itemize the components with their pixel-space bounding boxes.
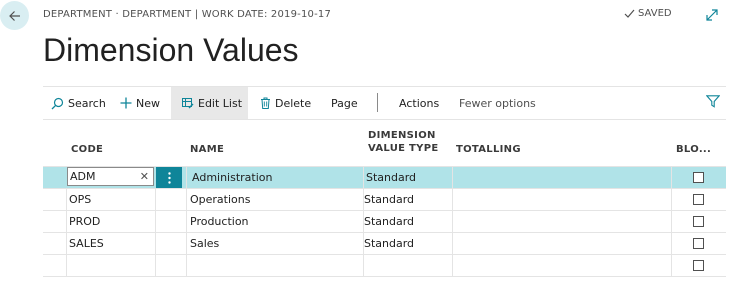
check-icon — [624, 9, 635, 18]
column-header-type[interactable]: DIMENSION VALUE TYPE — [368, 129, 438, 155]
trash-icon — [261, 97, 270, 109]
name-cell[interactable]: Operations — [190, 189, 250, 210]
more-vertical-icon — [167, 171, 171, 184]
new-button[interactable]: New — [120, 87, 160, 119]
save-status: SAVED — [624, 8, 672, 19]
name-cell[interactable]: Sales — [190, 233, 219, 254]
page-label: Page — [331, 96, 358, 110]
name-cell[interactable]: Administration — [192, 167, 273, 188]
close-icon[interactable]: ✕ — [140, 170, 149, 183]
page-menu[interactable]: Page — [331, 87, 358, 119]
column-header-totalling[interactable]: TOTALLING — [456, 143, 521, 156]
row-actions-button[interactable] — [156, 167, 182, 188]
code-input-value: ADM — [70, 170, 96, 183]
type-cell[interactable]: Standard — [366, 167, 416, 188]
edit-list-label: Edit List — [198, 96, 243, 110]
action-bar-divider — [377, 93, 378, 112]
code-cell[interactable]: OPS — [69, 189, 91, 210]
expand-diagonal-icon[interactable] — [705, 8, 719, 22]
plus-icon — [120, 97, 132, 109]
back-button[interactable] — [0, 1, 29, 30]
breadcrumb: DEPARTMENT · DEPARTMENT | WORK DATE: 201… — [43, 9, 332, 20]
table-row[interactable]: PROD Production Standard — [43, 210, 726, 232]
blocked-checkbox[interactable] — [693, 172, 704, 183]
edit-list-button[interactable]: Edit List — [171, 87, 248, 119]
column-header-type-line1: DIMENSION — [368, 130, 436, 141]
delete-label: Delete — [275, 96, 312, 110]
type-cell[interactable]: Standard — [364, 233, 414, 254]
filter-icon[interactable] — [706, 95, 720, 108]
action-bar: Search New Edit List Delete Page Actions… — [43, 86, 726, 120]
fewer-options-button[interactable]: Fewer options — [459, 87, 536, 119]
search-button[interactable]: Search — [51, 87, 106, 119]
blocked-checkbox[interactable] — [693, 260, 704, 271]
search-label: Search — [68, 96, 106, 110]
code-cell[interactable]: SALES — [69, 233, 104, 254]
edit-list-icon — [182, 98, 194, 109]
actions-menu[interactable]: Actions — [399, 87, 439, 119]
blocked-checkbox[interactable] — [693, 216, 704, 227]
type-cell[interactable]: Standard — [364, 189, 414, 210]
blocked-checkbox[interactable] — [693, 238, 704, 249]
column-header-name[interactable]: NAME — [190, 143, 224, 156]
column-header-type-line2: VALUE TYPE — [368, 143, 439, 154]
save-status-label: SAVED — [638, 8, 672, 19]
new-label: New — [136, 96, 160, 110]
column-header-code[interactable]: CODE — [71, 143, 103, 156]
type-cell[interactable]: Standard — [364, 211, 414, 232]
table-row[interactable]: ADM ✕ Administration Standard — [43, 166, 726, 188]
search-icon — [51, 97, 64, 109]
delete-button[interactable]: Delete — [260, 87, 311, 119]
table-row[interactable] — [43, 254, 726, 276]
code-input[interactable]: ADM ✕ — [67, 167, 154, 186]
blocked-checkbox[interactable] — [693, 194, 704, 205]
actions-label: Actions — [399, 96, 440, 110]
code-cell[interactable]: PROD — [69, 211, 100, 232]
fewer-options-label: Fewer options — [459, 96, 536, 110]
column-header-blocked[interactable]: BLO... — [676, 143, 711, 156]
arrow-left-icon — [8, 10, 20, 21]
table-row[interactable]: OPS Operations Standard — [43, 188, 726, 210]
name-cell[interactable]: Production — [190, 211, 249, 232]
grid-rows: ADM ✕ Administration Standard OPS Operat… — [43, 166, 726, 277]
page-title: Dimension Values — [43, 32, 299, 68]
table-row[interactable]: SALES Sales Standard — [43, 232, 726, 254]
